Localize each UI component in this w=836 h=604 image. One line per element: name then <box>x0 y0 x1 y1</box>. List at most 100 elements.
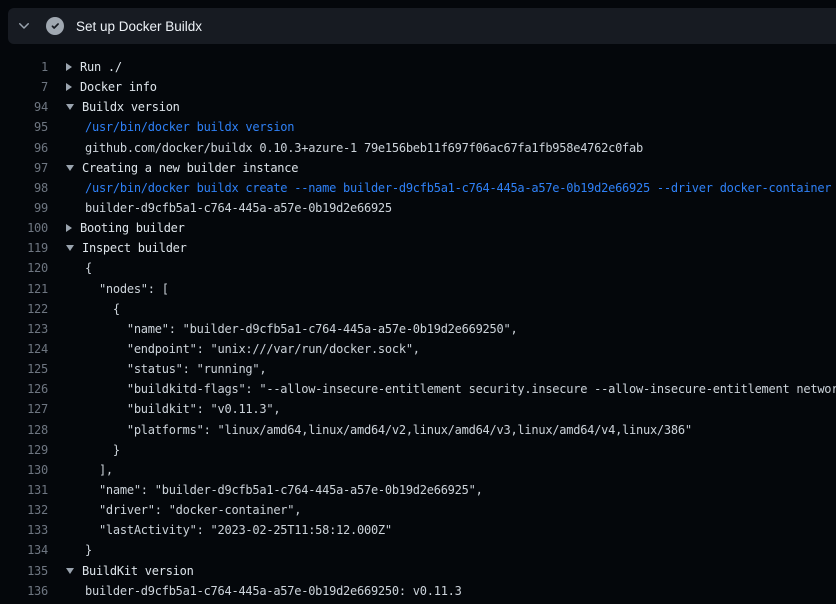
log-text: Docker info <box>80 77 157 97</box>
line-number[interactable]: 134 <box>0 540 48 560</box>
line-number[interactable]: 119 <box>0 238 48 258</box>
log-text: "platforms": "linux/amd64,linux/amd64/v2… <box>85 420 692 440</box>
log-line[interactable]: 1 Run ./ <box>0 57 836 77</box>
line-number[interactable]: 7 <box>0 77 48 97</box>
log-line: 122 { <box>0 299 836 319</box>
log-line[interactable]: 100 Booting builder <box>0 218 836 238</box>
log-text: "name": "builder-d9cfb5a1-c764-445a-a57e… <box>85 480 483 500</box>
line-content: builder-d9cfb5a1-c764-445a-a57e-0b19d2e6… <box>85 581 462 601</box>
line-content: ], <box>85 460 113 480</box>
line-number[interactable]: 128 <box>0 420 48 440</box>
line-number[interactable]: 129 <box>0 440 48 460</box>
line-number[interactable]: 136 <box>0 581 48 601</box>
log-line: 120 { <box>0 258 836 278</box>
line-number[interactable]: 135 <box>0 561 48 581</box>
log-line: 132 "driver": "docker-container", <box>0 500 836 520</box>
line-number[interactable]: 99 <box>0 198 48 218</box>
line-number[interactable]: 94 <box>0 97 48 117</box>
line-content: "nodes": [ <box>85 279 169 299</box>
line-content: { <box>85 258 92 278</box>
log-text: } <box>85 540 92 560</box>
log-text: } <box>85 440 120 460</box>
line-content: /usr/bin/docker buildx version <box>85 117 294 137</box>
line-content: github.com/docker/buildx 0.10.3+azure-1 … <box>85 138 643 158</box>
check-circle-icon <box>46 17 64 35</box>
line-content: Booting builder <box>66 218 185 238</box>
step-header[interactable]: Set up Docker Buildx <box>8 8 836 44</box>
triangle-down-icon <box>66 568 74 574</box>
line-number[interactable]: 131 <box>0 480 48 500</box>
line-number[interactable]: 123 <box>0 319 48 339</box>
line-content: /usr/bin/docker buildx create --name bui… <box>85 178 831 198</box>
line-content: "buildkitd-flags": "--allow-insecure-ent… <box>85 379 836 399</box>
log-text: /usr/bin/docker buildx version <box>85 117 294 137</box>
line-content: Run ./ <box>66 57 122 77</box>
log-text: Inspect builder <box>82 238 187 258</box>
log-line: 127 "buildkit": "v0.11.3", <box>0 399 836 419</box>
log-text: /usr/bin/docker buildx create --name bui… <box>85 178 831 198</box>
triangle-right-icon <box>66 83 72 91</box>
log-line: 126 "buildkitd-flags": "--allow-insecure… <box>0 379 836 399</box>
log-text: "nodes": [ <box>85 279 169 299</box>
log-text: Run ./ <box>80 57 122 77</box>
chevron-down-icon[interactable] <box>16 18 32 34</box>
line-content: BuildKit version <box>66 561 194 581</box>
line-number[interactable]: 122 <box>0 299 48 319</box>
log-text: builder-d9cfb5a1-c764-445a-a57e-0b19d2e6… <box>85 198 392 218</box>
log-text: "buildkit": "v0.11.3", <box>85 399 280 419</box>
log-line: 131 "name": "builder-d9cfb5a1-c764-445a-… <box>0 480 836 500</box>
line-content: "name": "builder-d9cfb5a1-c764-445a-a57e… <box>85 319 517 339</box>
log-line[interactable]: 97 Creating a new builder instance <box>0 158 836 178</box>
log-line: 128 "platforms": "linux/amd64,linux/amd6… <box>0 420 836 440</box>
line-number[interactable]: 97 <box>0 158 48 178</box>
line-number[interactable]: 1 <box>0 57 48 77</box>
log-line: 134} <box>0 540 836 560</box>
line-content: builder-d9cfb5a1-c764-445a-a57e-0b19d2e6… <box>85 198 392 218</box>
line-content: "driver": "docker-container", <box>85 500 301 520</box>
line-number[interactable]: 130 <box>0 460 48 480</box>
log-text: { <box>85 258 92 278</box>
line-number[interactable]: 124 <box>0 339 48 359</box>
log-text: "name": "builder-d9cfb5a1-c764-445a-a57e… <box>85 319 517 339</box>
log-line[interactable]: 7 Docker info <box>0 77 836 97</box>
line-number[interactable]: 133 <box>0 520 48 540</box>
line-number[interactable]: 96 <box>0 138 48 158</box>
log-line: 125 "status": "running", <box>0 359 836 379</box>
log-text: "buildkitd-flags": "--allow-insecure-ent… <box>85 379 836 399</box>
line-content: "lastActivity": "2023-02-25T11:58:12.000… <box>85 520 392 540</box>
log-text: "status": "running", <box>85 359 266 379</box>
log-text: "endpoint": "unix:///var/run/docker.sock… <box>85 339 420 359</box>
log-line: 96 github.com/docker/buildx 0.10.3+azure-… <box>0 138 836 158</box>
triangle-down-icon <box>66 245 74 251</box>
line-content: Creating a new builder instance <box>66 158 298 178</box>
line-number[interactable]: 132 <box>0 500 48 520</box>
log-text: { <box>85 299 120 319</box>
line-number[interactable]: 126 <box>0 379 48 399</box>
line-number[interactable]: 95 <box>0 117 48 137</box>
log-text: "lastActivity": "2023-02-25T11:58:12.000… <box>85 520 392 540</box>
line-number[interactable]: 127 <box>0 399 48 419</box>
line-content: "endpoint": "unix:///var/run/docker.sock… <box>85 339 420 359</box>
line-number[interactable]: 100 <box>0 218 48 238</box>
log-line[interactable]: 135 BuildKit version <box>0 561 836 581</box>
step-title: Set up Docker Buildx <box>76 19 202 34</box>
line-content: { <box>85 299 120 319</box>
line-number[interactable]: 121 <box>0 279 48 299</box>
line-number[interactable]: 120 <box>0 258 48 278</box>
log-line: 130 ], <box>0 460 836 480</box>
line-content: "buildkit": "v0.11.3", <box>85 399 280 419</box>
line-number[interactable]: 98 <box>0 178 48 198</box>
line-content: Buildx version <box>66 97 180 117</box>
triangle-down-icon <box>66 165 74 171</box>
line-number[interactable]: 125 <box>0 359 48 379</box>
log-line: 121 "nodes": [ <box>0 279 836 299</box>
line-content: "platforms": "linux/amd64,linux/amd64/v2… <box>85 420 692 440</box>
log-line: 124 "endpoint": "unix:///var/run/docker.… <box>0 339 836 359</box>
log-text: BuildKit version <box>82 561 194 581</box>
log-text: "driver": "docker-container", <box>85 500 301 520</box>
log-text: Creating a new builder instance <box>82 158 298 178</box>
log-lines: 1 Run ./ 7 Docker info 94 Buildx version 95/us… <box>0 57 836 601</box>
log-line[interactable]: 94 Buildx version <box>0 97 836 117</box>
log-line: 133 "lastActivity": "2023-02-25T11:58:12… <box>0 520 836 540</box>
log-line[interactable]: 119 Inspect builder <box>0 238 836 258</box>
